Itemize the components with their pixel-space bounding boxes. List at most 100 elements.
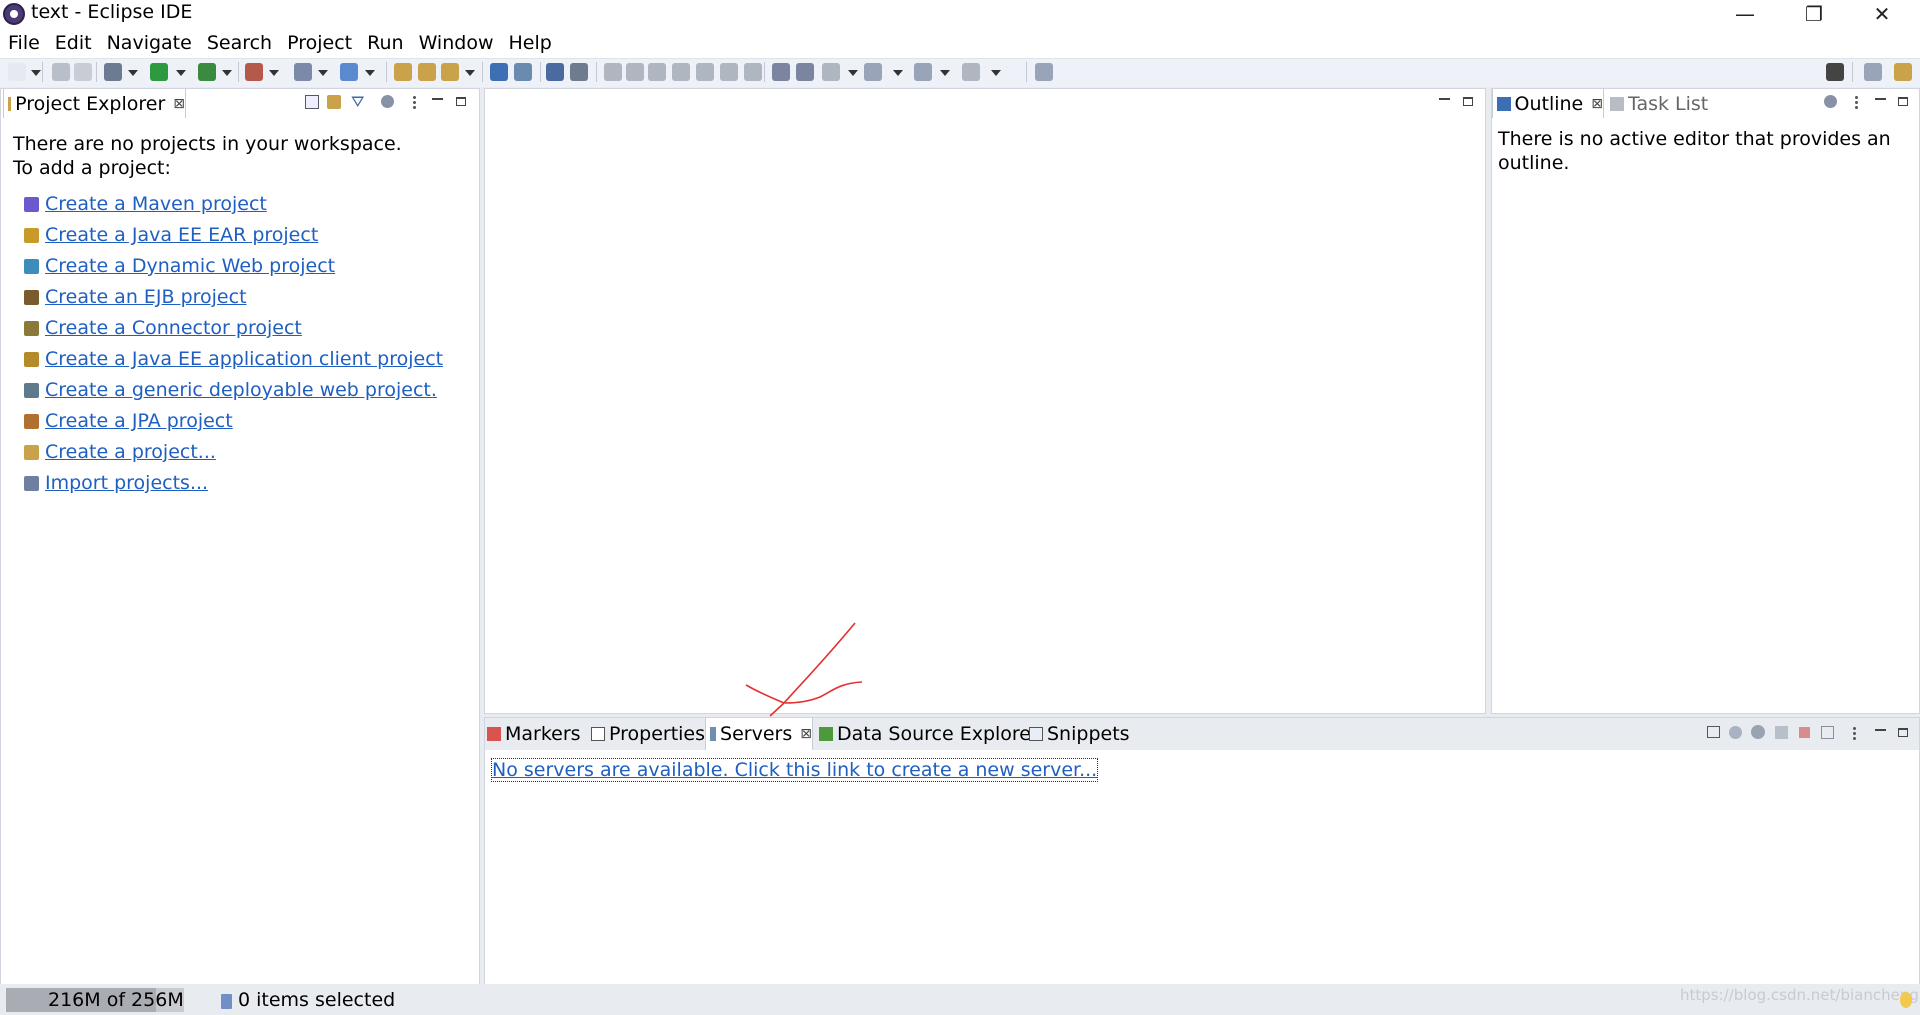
project-link[interactable]: Create a Connector project (45, 317, 302, 339)
new-icon[interactable] (8, 63, 26, 81)
project-link[interactable]: Create a generic deployable web project. (45, 379, 437, 401)
minimize-view-button[interactable] (1875, 728, 1886, 731)
console-icon[interactable] (546, 63, 564, 81)
save-icon[interactable] (52, 63, 70, 81)
filter-icon[interactable]: ⛛ (351, 92, 364, 112)
search-icon[interactable] (441, 63, 459, 81)
close-tab-icon[interactable]: ⊠ (173, 96, 185, 112)
project-link[interactable]: Create a Maven project (45, 193, 267, 215)
project-link[interactable]: Import projects... (45, 472, 208, 494)
chevron-down-icon[interactable] (991, 70, 1001, 76)
open-perspective-icon[interactable] (1864, 63, 1882, 81)
maximize-view-button[interactable] (456, 97, 466, 106)
menu-help[interactable]: Help (500, 30, 558, 56)
maximize-view-button[interactable] (1898, 97, 1908, 106)
chevron-down-icon[interactable] (893, 70, 903, 76)
step-over-icon[interactable] (720, 63, 738, 81)
jee-perspective-icon[interactable] (1894, 63, 1912, 81)
restore-button[interactable]: ❐ (1782, 0, 1846, 28)
chevron-down-icon[interactable] (269, 70, 279, 76)
project-link[interactable]: Create a Dynamic Web project (45, 255, 335, 277)
focus-icon[interactable] (381, 95, 394, 108)
prev-annotation-icon[interactable] (796, 63, 814, 81)
close-tab-icon[interactable]: ⊠ (800, 726, 812, 742)
debug-server-icon[interactable] (1729, 726, 1742, 739)
suspend-icon[interactable] (626, 63, 644, 81)
step-return-icon[interactable] (744, 63, 762, 81)
menu-project[interactable]: Project (279, 30, 359, 56)
debug-icon[interactable] (104, 63, 122, 81)
chevron-down-icon[interactable] (940, 70, 950, 76)
collapse-all-icon[interactable] (1707, 726, 1720, 738)
step-into-icon[interactable] (696, 63, 714, 81)
open-web-browser-icon[interactable] (490, 63, 508, 81)
new-java-class-icon[interactable] (340, 63, 358, 81)
start-server-icon[interactable] (1751, 725, 1765, 739)
tab-project-explorer[interactable]: Project Explorer ⊠ (3, 89, 186, 118)
tab-data-source-explorer[interactable]: Data Source Explorer (819, 718, 1039, 750)
stop-server-icon[interactable] (1799, 727, 1810, 738)
menu-run[interactable]: Run (359, 30, 410, 56)
view-menu-icon[interactable] (413, 95, 417, 111)
menu-search[interactable]: Search (199, 30, 279, 56)
chevron-down-icon[interactable] (176, 70, 186, 76)
link-with-editor-icon[interactable] (327, 95, 341, 109)
maximize-view-button[interactable] (1898, 728, 1908, 737)
tab-markers[interactable]: Markers (487, 718, 581, 750)
open-type-icon[interactable] (394, 63, 412, 81)
close-button[interactable]: ✕ (1850, 0, 1914, 28)
menu-window[interactable]: Window (411, 30, 501, 56)
new-server-icon[interactable] (294, 63, 312, 81)
chevron-down-icon[interactable] (318, 70, 328, 76)
profile-server-icon[interactable] (1775, 726, 1788, 739)
forward-history-icon[interactable] (962, 63, 980, 81)
editor-minimize-button[interactable] (1439, 97, 1450, 100)
minimize-view-button[interactable] (432, 97, 443, 100)
next-annotation-icon[interactable] (772, 63, 790, 81)
save-all-icon[interactable] (74, 63, 92, 81)
terminate-icon[interactable] (648, 63, 666, 81)
close-tab-icon[interactable]: ⊠ (1591, 96, 1603, 112)
minimize-view-button[interactable] (1875, 97, 1886, 100)
chevron-down-icon[interactable] (222, 70, 232, 76)
pin-editor-icon[interactable] (1035, 63, 1053, 81)
tab-outline[interactable]: Outline ⊠ (1492, 89, 1604, 118)
search-global-icon[interactable] (1826, 63, 1844, 81)
project-link[interactable]: Create a project... (45, 441, 216, 463)
menu-navigate[interactable]: Navigate (99, 30, 199, 56)
create-new-server-link[interactable]: No servers are available. Click this lin… (490, 758, 1099, 782)
skip-breakpoints-icon[interactable] (570, 63, 588, 81)
open-task-icon[interactable] (418, 63, 436, 81)
chevron-down-icon[interactable] (848, 70, 858, 76)
project-link[interactable]: Create a Java EE application client proj… (45, 348, 443, 370)
back-icon[interactable] (864, 63, 882, 81)
minimize-button[interactable]: — (1713, 0, 1777, 28)
chevron-down-icon[interactable] (465, 70, 475, 76)
trash-icon[interactable] (221, 994, 232, 1009)
tab-task-list[interactable]: Task List (1610, 89, 1710, 118)
project-link[interactable]: Create an EJB project (45, 286, 247, 308)
project-link[interactable]: Create a JPA project (45, 410, 233, 432)
chevron-down-icon[interactable] (31, 70, 41, 76)
chevron-down-icon[interactable] (128, 70, 138, 76)
publish-server-icon[interactable] (1821, 726, 1834, 739)
run-icon[interactable] (150, 63, 168, 81)
tab-properties[interactable]: Properties (591, 718, 705, 750)
project-link[interactable]: Create a Java EE EAR project (45, 224, 318, 246)
last-edit-icon[interactable] (822, 63, 840, 81)
run-coverage-icon[interactable] (198, 63, 216, 81)
collapse-all-icon[interactable] (305, 95, 319, 109)
forward-icon[interactable] (914, 63, 932, 81)
menu-edit[interactable]: Edit (47, 30, 99, 56)
tab-servers[interactable]: Servers ⊠ (705, 718, 813, 750)
tab-snippets[interactable]: Snippets (1029, 718, 1130, 750)
external-tools-icon[interactable] (245, 63, 263, 81)
toggle-breakpoint-icon[interactable] (514, 63, 532, 81)
resume-icon[interactable] (604, 63, 622, 81)
focus-icon[interactable] (1824, 95, 1837, 108)
chevron-down-icon[interactable] (365, 70, 375, 76)
view-menu-icon[interactable] (1853, 726, 1857, 742)
view-menu-icon[interactable] (1855, 95, 1859, 111)
disconnect-icon[interactable] (672, 63, 690, 81)
editor-maximize-button[interactable] (1463, 97, 1473, 106)
